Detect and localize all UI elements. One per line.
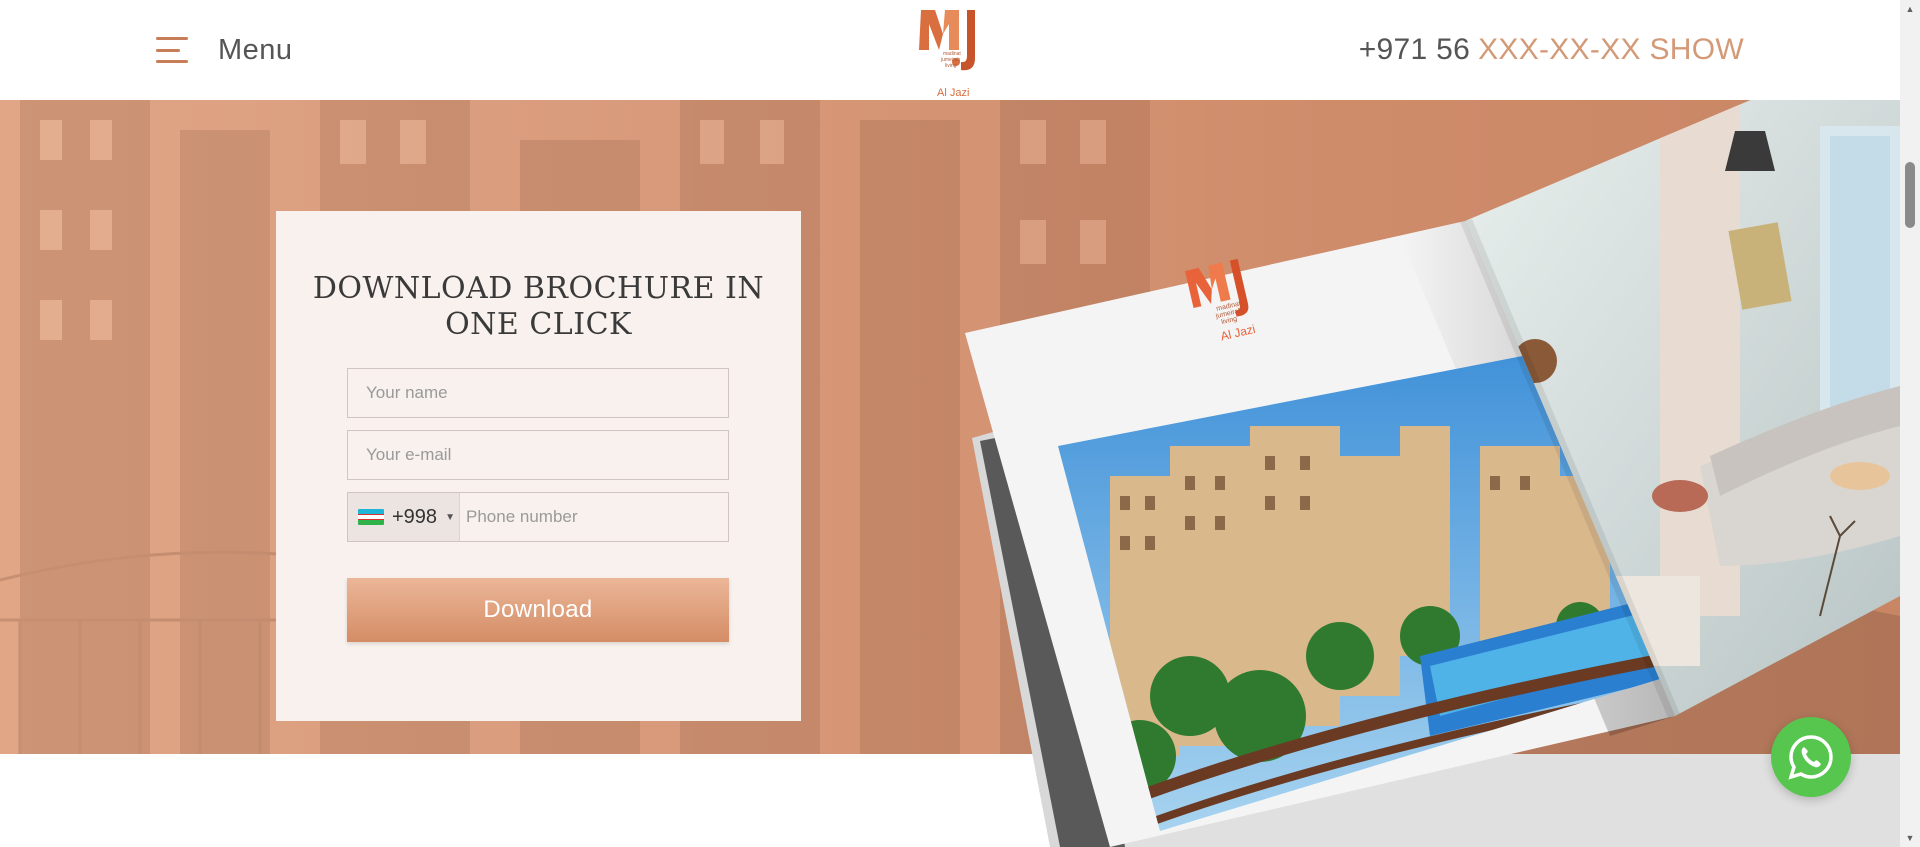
country-code-select[interactable]: +998 ▼	[348, 493, 460, 541]
caret-down-icon: ▼	[445, 511, 455, 523]
brochure-image: madinat jumeirah living Al Jazi	[965, 96, 1900, 847]
menu-button[interactable]: Menu	[156, 30, 293, 70]
page-scrollbar[interactable]: ▲ ▼	[1900, 0, 1920, 847]
phone-prefix: +971 56	[1358, 33, 1471, 66]
svg-text:living: living	[945, 63, 957, 69]
whatsapp-button[interactable]	[1771, 717, 1851, 797]
uzbekistan-flag-icon	[358, 509, 384, 525]
scroll-thumb[interactable]	[1905, 162, 1915, 228]
header-phone: +971 56 XXX-XX-XX SHOW	[1359, 30, 1744, 70]
phone-number-input[interactable]	[460, 493, 728, 541]
show-phone-link[interactable]: XXX-XX-XX SHOW	[1478, 33, 1744, 67]
name-input[interactable]	[347, 368, 729, 418]
logo-caption: Al Jazi	[937, 87, 969, 98]
form-title: DOWNLOAD BROCHURE IN ONE CLICK	[312, 271, 765, 342]
brochure-form: DOWNLOAD BROCHURE IN ONE CLICK +998 ▼ Do…	[276, 211, 801, 721]
phone-field: +998 ▼	[347, 492, 729, 542]
site-header: Menu madinat jumeirah living Al Jazi +97…	[0, 0, 1900, 100]
email-input[interactable]	[347, 430, 729, 480]
menu-label: Menu	[218, 33, 293, 66]
madinat-jumeirah-logo[interactable]: madinat jumeirah living Al Jazi	[915, 4, 987, 98]
whatsapp-icon	[1788, 735, 1833, 780]
hamburger-icon	[156, 37, 188, 63]
country-dial-code: +998	[392, 505, 438, 528]
download-button[interactable]: Download	[347, 578, 729, 642]
scroll-down-arrow-icon[interactable]: ▼	[1905, 833, 1915, 843]
scroll-up-arrow-icon[interactable]: ▲	[1905, 4, 1915, 14]
